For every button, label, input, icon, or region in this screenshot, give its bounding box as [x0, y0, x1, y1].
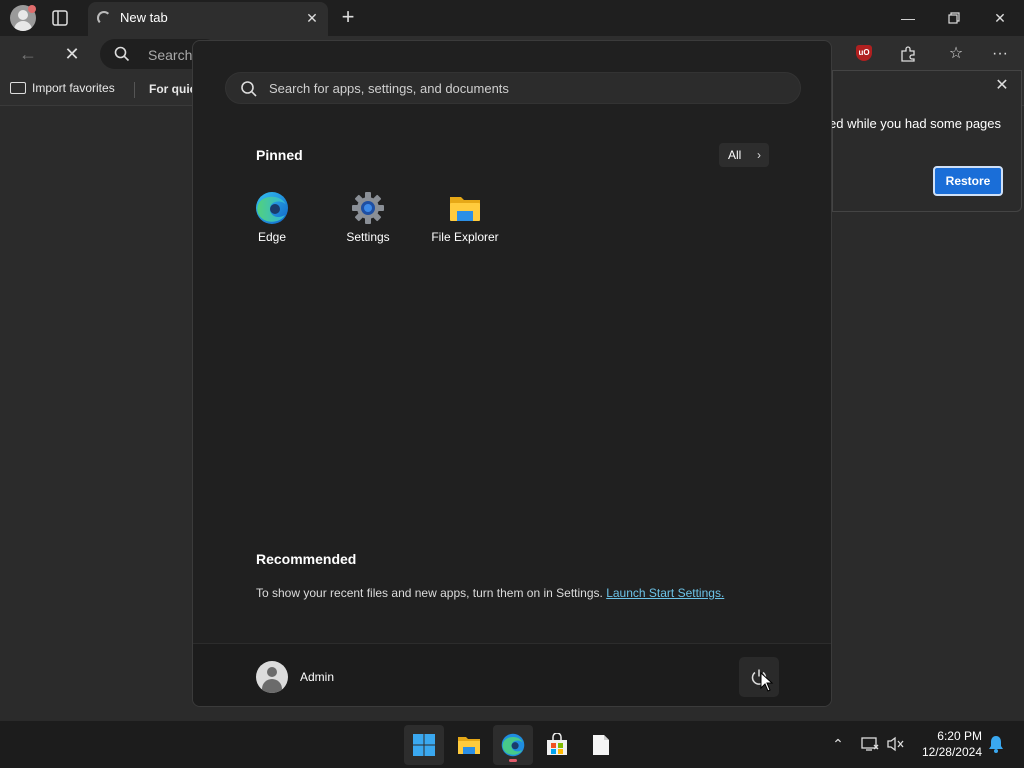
browser-titlebar: New tab ✕ + — ✕: [0, 0, 1024, 36]
network-icon[interactable]: [860, 734, 880, 754]
minimize-icon[interactable]: —: [896, 6, 920, 30]
extensions-icon[interactable]: [896, 42, 920, 66]
favorites-icon[interactable]: ☆: [944, 42, 968, 66]
taskbar-file-explorer[interactable]: [449, 725, 489, 765]
profile-notification-dot: [28, 5, 36, 13]
import-favorites-link[interactable]: Import favorites: [10, 81, 115, 95]
start-icon: [413, 734, 435, 756]
edge-icon: [256, 192, 288, 224]
volume-muted-icon[interactable]: [886, 734, 906, 754]
settings-gear-icon: [352, 192, 384, 224]
clock-time: 6:20 PM: [937, 729, 982, 743]
start-search-input[interactable]: Search for apps, settings, and documents: [225, 72, 801, 104]
search-icon: [114, 46, 130, 62]
tab-title: New tab: [120, 10, 168, 25]
more-options-icon[interactable]: ···: [988, 42, 1012, 66]
tab-actions-icon[interactable]: [50, 8, 70, 28]
favorites-divider: [134, 82, 135, 98]
mouse-cursor-icon: [760, 672, 774, 692]
notepad-icon: [593, 735, 609, 755]
import-icon: [10, 82, 26, 94]
start-search-placeholder: Search for apps, settings, and documents: [269, 81, 509, 96]
tab-new-tab[interactable]: New tab ✕: [88, 2, 328, 36]
all-apps-button[interactable]: All ›: [719, 143, 769, 167]
stop-loading-icon[interactable]: ✕: [60, 42, 84, 66]
quick-access-text: For quic: [149, 82, 197, 96]
file-explorer-icon: [458, 737, 480, 754]
close-tab-icon[interactable]: ✕: [304, 10, 320, 26]
pinned-app-edge[interactable]: Edge: [224, 189, 320, 249]
address-placeholder: Search: [148, 47, 193, 63]
restore-message: ed while you had some pages: [829, 116, 1002, 131]
show-hidden-icons-chevron-icon[interactable]: ⌃: [828, 734, 848, 754]
pinned-heading: Pinned: [256, 147, 303, 163]
close-popup-icon[interactable]: ✕: [993, 77, 1011, 95]
chevron-right-icon: ›: [757, 148, 761, 162]
pinned-app-file-explorer[interactable]: File Explorer: [417, 189, 513, 249]
edge-icon: [501, 733, 525, 757]
store-icon: [547, 733, 567, 755]
pinned-app-settings[interactable]: Settings: [320, 189, 416, 249]
taskbar-store[interactable]: [537, 725, 577, 765]
new-tab-button[interactable]: +: [336, 6, 360, 30]
taskbar-notepad[interactable]: [581, 725, 621, 765]
folder-icon: [450, 197, 480, 221]
close-window-icon[interactable]: ✕: [988, 6, 1012, 30]
app-label: File Explorer: [431, 230, 499, 244]
loading-spinner-icon: [97, 11, 111, 25]
back-arrow-icon[interactable]: ←: [16, 42, 40, 66]
ublock-extension-icon[interactable]: uO: [856, 45, 872, 61]
launch-start-settings-link[interactable]: Launch Start Settings.: [606, 586, 724, 600]
recommended-message: To show your recent files and new apps, …: [256, 586, 725, 600]
notification-bell-icon[interactable]: [986, 734, 1006, 754]
start-menu: Search for apps, settings, and documents…: [192, 40, 832, 707]
user-avatar-icon[interactable]: [256, 661, 288, 693]
active-app-indicator: [509, 759, 517, 762]
start-footer: Admin: [193, 643, 831, 706]
taskbar-start-button[interactable]: [404, 725, 444, 765]
restore-button[interactable]: Restore: [933, 166, 1003, 196]
search-icon: [241, 81, 257, 97]
taskbar-clock[interactable]: 6:20 PM 12/28/2024: [906, 728, 982, 760]
app-label: Settings: [346, 230, 390, 244]
user-name[interactable]: Admin: [300, 670, 334, 684]
clock-date: 12/28/2024: [921, 745, 982, 759]
app-label: Edge: [257, 230, 287, 244]
restore-window-icon[interactable]: [942, 6, 966, 30]
restore-pages-popup: ✕ ed while you had some pages Restore: [829, 70, 1022, 212]
recommended-heading: Recommended: [256, 551, 357, 567]
